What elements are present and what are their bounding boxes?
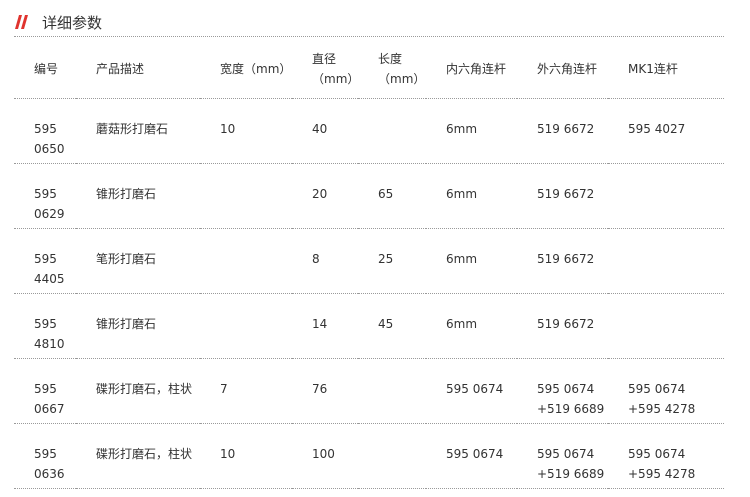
section-header: 详细参数 [14, 8, 724, 37]
table-row: 595 4405 笔形打磨石 8 25 6mm 519 6672 [14, 228, 724, 294]
product-code: 595 0636 [14, 423, 76, 489]
mk1-rod-value [608, 293, 724, 359]
diameter-value: 76 [292, 358, 358, 424]
product-description: 碟形打磨石，柱状 [76, 358, 200, 424]
width-value [200, 163, 292, 229]
width-value: 10 [200, 423, 292, 489]
mk1-rod-value: 595 0674 +595 4278 [608, 423, 724, 489]
inner-hex-rod-value: 6mm [426, 98, 517, 164]
length-value: 65 [358, 163, 426, 229]
header-width: 宽度（mm） [200, 37, 292, 99]
table-row: 595 0629 锥形打磨石 20 65 6mm 519 6672 [14, 163, 724, 229]
mk1-rod-value [608, 228, 724, 294]
table-row: 595 0636 碟形打磨石，柱状 10 100 595 0674 595 06… [14, 423, 724, 489]
outer-hex-rod-value: 595 0674 +519 6689 [517, 358, 608, 424]
parameters-table: 编号 产品描述 宽度（mm） 直径 （mm） 长度 （mm） 内六角连杆 外六角… [14, 37, 724, 489]
header-diameter: 直径 （mm） [292, 37, 359, 99]
outer-hex-rod-value: 519 6672 [517, 98, 608, 164]
length-value: 25 [358, 228, 426, 294]
length-value [358, 98, 426, 164]
header-mk1-rod: MK1连杆 [608, 37, 724, 99]
product-description: 碟形打磨石，柱状 [76, 423, 200, 489]
product-code: 595 0629 [14, 163, 76, 229]
diameter-value: 40 [292, 98, 358, 164]
length-value [358, 423, 426, 489]
inner-hex-rod-value: 6mm [426, 228, 517, 294]
outer-hex-rod-value: 519 6672 [517, 228, 608, 294]
product-code: 595 0650 [14, 98, 76, 164]
header-length: 长度 （mm） [358, 37, 426, 99]
outer-hex-rod-value: 519 6672 [517, 293, 608, 359]
product-code: 595 4405 [14, 228, 76, 294]
outer-hex-rod-value: 595 0674 +519 6689 [517, 423, 608, 489]
length-value: 45 [358, 293, 426, 359]
product-code: 595 4810 [14, 293, 76, 359]
mk1-rod-value [608, 163, 724, 229]
outer-hex-rod-value: 519 6672 [517, 163, 608, 229]
inner-hex-rod-value: 6mm [426, 163, 517, 229]
header-code: 编号 [14, 37, 76, 99]
table-row: 595 4810 锥形打磨石 14 45 6mm 519 6672 [14, 293, 724, 359]
mk1-rod-value: 595 0674 +595 4278 [608, 358, 724, 424]
diameter-value: 20 [292, 163, 358, 229]
width-value: 7 [200, 358, 292, 424]
product-description: 锥形打磨石 [76, 293, 200, 359]
inner-hex-rod-value: 595 0674 [426, 423, 517, 489]
product-description: 蘑菇形打磨石 [76, 98, 200, 164]
table-row: 595 0650 蘑菇形打磨石 10 40 6mm 519 6672 595 4… [14, 98, 724, 164]
table-header-row: 编号 产品描述 宽度（mm） 直径 （mm） 长度 （mm） 内六角连杆 外六角… [14, 37, 724, 99]
product-code: 595 0667 [14, 358, 76, 424]
width-value: 10 [200, 98, 292, 164]
product-description: 笔形打磨石 [76, 228, 200, 294]
mk1-rod-value: 595 4027 [608, 98, 724, 164]
diameter-value: 8 [292, 228, 358, 294]
header-inner-hex-rod: 内六角连杆 [426, 37, 517, 99]
header-description: 产品描述 [76, 37, 200, 99]
width-value [200, 228, 292, 294]
diameter-value: 100 [292, 423, 358, 489]
product-description: 锥形打磨石 [76, 163, 200, 229]
header-outer-hex-rod: 外六角连杆 [517, 37, 608, 99]
double-slash-icon [15, 15, 28, 29]
section-title: 详细参数 [42, 13, 103, 32]
inner-hex-rod-value: 6mm [426, 293, 517, 359]
diameter-value: 14 [292, 293, 358, 359]
length-value [358, 358, 426, 424]
inner-hex-rod-value: 595 0674 [426, 358, 517, 424]
table-row: 595 0667 碟形打磨石，柱状 7 76 595 0674 595 0674… [14, 358, 724, 424]
width-value [200, 293, 292, 359]
